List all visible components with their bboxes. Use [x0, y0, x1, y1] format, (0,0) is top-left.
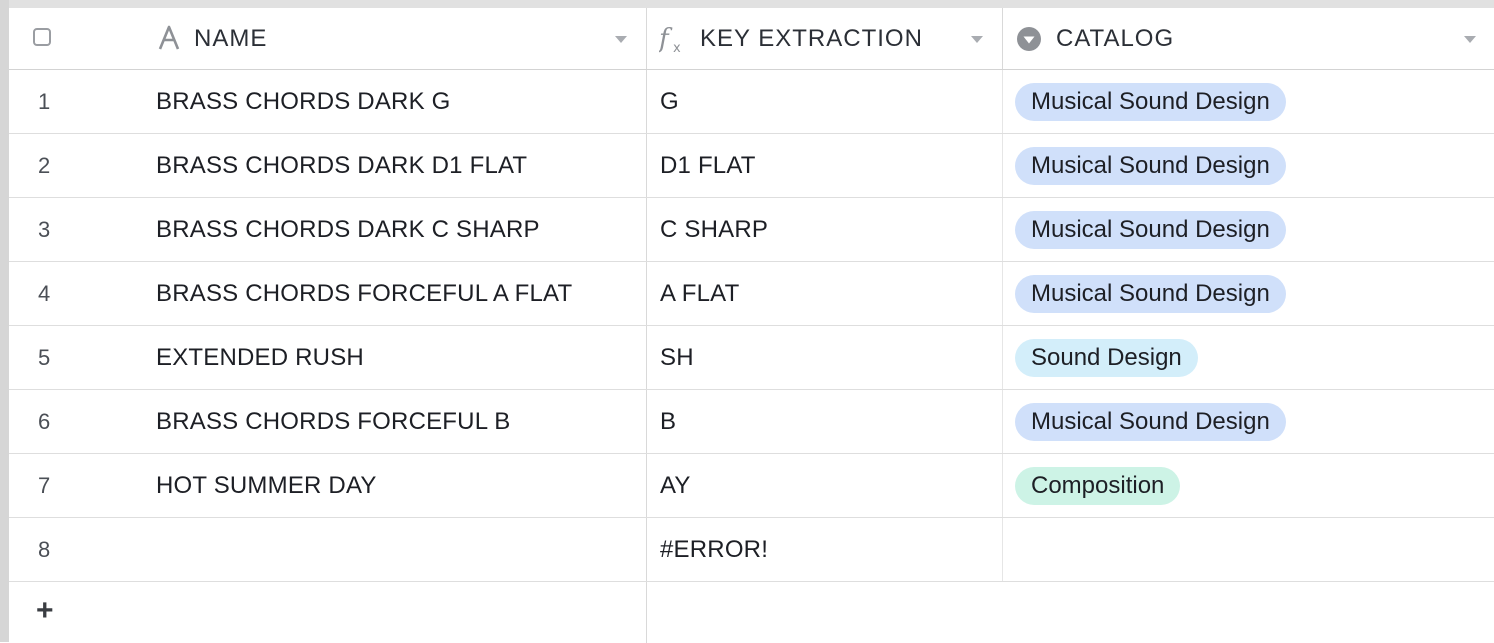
catalog-tag: Composition [1015, 466, 1181, 505]
catalog-tag: Musical Sound Design [1015, 274, 1286, 313]
row-number: 1 [38, 88, 51, 114]
column-header-catalog-label: CATALOG [1056, 24, 1175, 52]
column-header-key-label: KEY EXTRACTION [700, 24, 923, 52]
key-value: C SHARP [660, 215, 769, 243]
column-header-name[interactable]: NAME [9, 8, 647, 69]
name-cell[interactable]: 1 BRASS CHORDS DARK G [9, 70, 647, 133]
add-row[interactable]: + [9, 582, 1494, 643]
data-grid: NAME fx KEY EXTRACTION CATALOG 1 BRASS CH… [9, 8, 1494, 643]
catalog-tag: Sound Design [1015, 338, 1198, 377]
row-number: 6 [38, 408, 51, 434]
table-row[interactable]: 8 #ERROR! [9, 518, 1494, 582]
catalog-tag: Musical Sound Design [1015, 146, 1286, 185]
text-field-icon [157, 25, 181, 51]
record-name: BRASS CHORDS DARK G [156, 87, 451, 115]
catalog-cell[interactable]: Sound Design [1003, 326, 1494, 389]
record-name: HOT SUMMER DAY [156, 471, 377, 499]
key-extraction-cell[interactable]: D1 FLAT [647, 134, 1003, 197]
name-cell[interactable]: 6 BRASS CHORDS FORCEFUL B [9, 390, 647, 453]
record-name: BRASS CHORDS DARK C SHARP [156, 215, 540, 243]
catalog-cell[interactable]: Composition [1003, 454, 1494, 517]
chevron-down-icon[interactable] [615, 36, 627, 43]
row-number: 3 [38, 216, 51, 242]
top-border [0, 0, 1494, 8]
key-extraction-cell[interactable]: SH [647, 326, 1003, 389]
catalog-cell[interactable]: Musical Sound Design [1003, 70, 1494, 133]
name-cell[interactable]: 5 EXTENDED RUSH [9, 326, 647, 389]
catalog-tag: Musical Sound Design [1015, 210, 1286, 249]
catalog-cell[interactable]: Musical Sound Design [1003, 134, 1494, 197]
chevron-down-icon[interactable] [1464, 36, 1476, 43]
key-extraction-cell[interactable]: C SHARP [647, 198, 1003, 261]
table-row[interactable]: 3 BRASS CHORDS DARK C SHARP C SHARP Musical… [9, 198, 1494, 262]
svg-text:x: x [673, 41, 681, 55]
catalog-cell[interactable]: Musical Sound Design [1003, 262, 1494, 325]
record-name: EXTENDED RUSH [156, 343, 364, 371]
key-value: #ERROR! [660, 535, 769, 563]
catalog-cell[interactable]: Musical Sound Design [1003, 198, 1494, 261]
key-value: B [660, 407, 677, 435]
add-row-cell[interactable]: + [9, 582, 647, 643]
table-row[interactable]: 1 BRASS CHORDS DARK G G Musical Sound Desig… [9, 70, 1494, 134]
key-extraction-cell[interactable]: B [647, 390, 1003, 453]
header-row: NAME fx KEY EXTRACTION CATALOG [9, 8, 1494, 70]
table-row[interactable]: 4 BRASS CHORDS FORCEFUL A FLAT A FLAT Music… [9, 262, 1494, 326]
row-number: 2 [38, 152, 51, 178]
record-name: BRASS CHORDS FORCEFUL A FLAT [156, 279, 573, 307]
key-value: D1 FLAT [660, 151, 756, 179]
key-value: G [660, 87, 679, 115]
column-header-key-extraction[interactable]: fx KEY EXTRACTION [647, 8, 1003, 69]
key-extraction-cell[interactable]: A FLAT [647, 262, 1003, 325]
name-cell[interactable]: 8 [9, 518, 647, 581]
catalog-cell[interactable] [1003, 518, 1494, 581]
formula-icon: fx [659, 23, 691, 55]
key-extraction-cell[interactable]: AY [647, 454, 1003, 517]
record-name: BRASS CHORDS DARK D1 FLAT [156, 151, 528, 179]
key-extraction-cell[interactable]: G [647, 70, 1003, 133]
catalog-cell[interactable]: Musical Sound Design [1003, 390, 1494, 453]
key-value: SH [660, 343, 694, 371]
row-number: 8 [38, 536, 51, 562]
catalog-tag: Musical Sound Design [1015, 402, 1286, 441]
single-select-icon [1016, 26, 1042, 52]
catalog-tag: Musical Sound Design [1015, 82, 1286, 121]
record-name: BRASS CHORDS FORCEFUL B [156, 407, 511, 435]
row-number: 7 [38, 472, 51, 498]
table-row[interactable]: 2 BRASS CHORDS DARK D1 FLAT D1 FLAT Musical… [9, 134, 1494, 198]
table-row[interactable]: 7 HOT SUMMER DAY AY Composition [9, 454, 1494, 518]
column-header-catalog[interactable]: CATALOG [1003, 8, 1494, 69]
left-border [0, 0, 9, 642]
key-value: AY [660, 471, 691, 499]
name-cell[interactable]: 4 BRASS CHORDS FORCEFUL A FLAT [9, 262, 647, 325]
key-value: A FLAT [660, 279, 740, 307]
name-cell[interactable]: 7 HOT SUMMER DAY [9, 454, 647, 517]
row-number: 4 [38, 280, 51, 306]
add-record-button[interactable]: + [36, 596, 54, 626]
table-row[interactable]: 5 EXTENDED RUSH SH Sound Design [9, 326, 1494, 390]
svg-text:f: f [659, 24, 673, 54]
name-cell[interactable]: 2 BRASS CHORDS DARK D1 FLAT [9, 134, 647, 197]
name-cell[interactable]: 3 BRASS CHORDS DARK C SHARP [9, 198, 647, 261]
table-row[interactable]: 6 BRASS CHORDS FORCEFUL B B Musical Sound D… [9, 390, 1494, 454]
key-extraction-cell[interactable]: #ERROR! [647, 518, 1003, 581]
row-number: 5 [38, 344, 51, 370]
select-all-checkbox[interactable] [33, 28, 51, 46]
chevron-down-icon[interactable] [971, 36, 983, 43]
column-header-name-label: NAME [194, 24, 268, 52]
